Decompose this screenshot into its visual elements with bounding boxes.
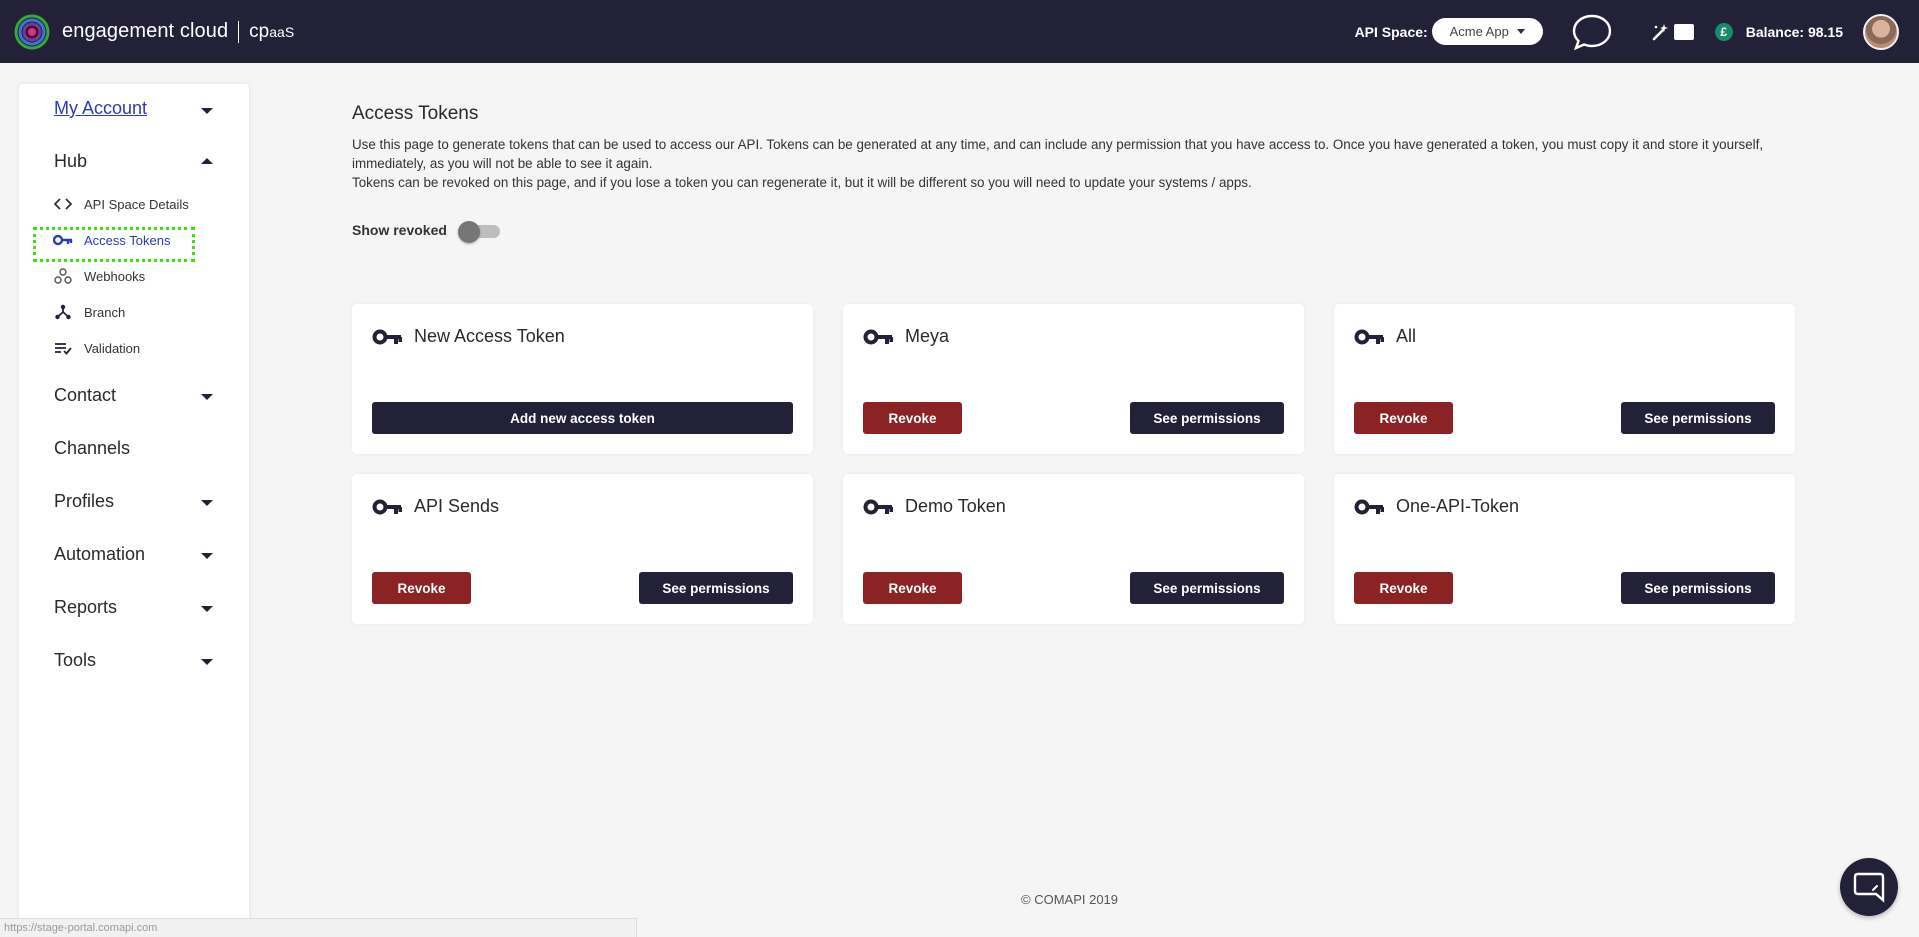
description-line-2: Tokens can be revoked on this page, and … (352, 175, 1252, 190)
key-icon (372, 329, 402, 344)
card-header: One-API-Token (1354, 496, 1519, 517)
nav-automation[interactable]: Automation (54, 544, 145, 565)
see-permissions-button[interactable]: See permissions (1621, 572, 1775, 604)
revoke-button[interactable]: Revoke (1354, 402, 1453, 434)
brand-name: engagement cloud (62, 20, 229, 42)
chat-bubble-icon[interactable] (1571, 13, 1613, 51)
revoke-button[interactable]: Revoke (1354, 572, 1453, 604)
product-name: cpaaS (249, 21, 294, 43)
nav-webhooks[interactable]: Webhooks (53, 268, 145, 284)
product-name-small: aaS (269, 23, 295, 40)
token-name: All (1396, 326, 1417, 346)
new-access-token-card: New Access Token Add new access token (352, 304, 813, 454)
token-name: Demo Token (905, 496, 1006, 516)
key-icon (1354, 499, 1384, 514)
nav-access-tokens[interactable]: Access Tokens (53, 232, 170, 248)
api-space-label: API Space: (1354, 23, 1428, 40)
api-space-value: Acme App (1449, 24, 1509, 39)
avatar[interactable] (1863, 13, 1899, 50)
toggle-knob (458, 221, 480, 243)
token-card: API Sends Revoke See permissions (352, 474, 813, 624)
nav-label: Validation (84, 340, 141, 356)
product-name-main: cp (249, 20, 270, 42)
revoke-button[interactable]: Revoke (372, 572, 471, 604)
see-permissions-button[interactable]: See permissions (1130, 402, 1284, 434)
description-line-1: Use this page to generate tokens that ca… (352, 137, 1764, 171)
card-title: New Access Token (414, 326, 565, 346)
key-icon (863, 499, 893, 514)
chat-icon (1853, 872, 1885, 903)
nav-my-account[interactable]: My Account (54, 98, 147, 119)
token-name: API Sends (414, 496, 500, 516)
see-permissions-button[interactable]: See permissions (1130, 572, 1284, 604)
chevron-down-icon (1516, 29, 1525, 34)
nav-validation[interactable]: Validation (53, 340, 140, 356)
add-new-access-token-button[interactable]: Add new access token (372, 402, 793, 434)
revoke-button[interactable]: Revoke (863, 402, 962, 434)
branch-icon (53, 304, 73, 320)
chevron-down-icon[interactable] (201, 500, 213, 506)
balance-text: Balance: 98.15 (1745, 23, 1843, 40)
token-card: Meya Revoke See permissions (843, 304, 1304, 454)
sidebar: My Account Hub API Space Details Access … (19, 84, 249, 924)
nav-api-space-details[interactable]: API Space Details (53, 196, 189, 212)
top-bar-right: API Space: Acme App £ Balance: 98.15 (1355, 0, 1919, 63)
brand-divider (238, 20, 240, 43)
card-header: All (1354, 326, 1416, 347)
revoke-button[interactable]: Revoke (863, 572, 962, 604)
show-revoked-label: Show revoked (352, 222, 447, 238)
validation-icon (53, 340, 73, 356)
key-icon (863, 329, 893, 344)
nav-label: Webhooks (84, 268, 146, 284)
token-name: Meya (905, 326, 950, 346)
card-icon[interactable] (1673, 22, 1695, 42)
webhook-icon (53, 268, 73, 284)
nav-profiles[interactable]: Profiles (54, 491, 114, 512)
card-header: Demo Token (863, 496, 1006, 517)
pound-icon: £ (1714, 22, 1733, 41)
nav-reports[interactable]: Reports (54, 597, 117, 618)
key-icon (372, 499, 402, 514)
brand[interactable]: engagement cloud cpaaS (14, 14, 294, 50)
api-space-select[interactable]: Acme App (1431, 18, 1543, 45)
card-header: Meya (863, 326, 949, 347)
nav-label: API Space Details (84, 196, 189, 212)
nav-hub[interactable]: Hub (54, 151, 87, 172)
chat-launcher-button[interactable] (1840, 858, 1898, 916)
chevron-down-icon[interactable] (201, 659, 213, 665)
nav-label: Branch (84, 304, 126, 320)
token-card: Demo Token Revoke See permissions (843, 474, 1304, 624)
chevron-down-icon[interactable] (201, 108, 213, 114)
card-header: New Access Token (372, 326, 565, 347)
see-permissions-button[interactable]: See permissions (1621, 402, 1775, 434)
token-card: All Revoke See permissions (1334, 304, 1795, 454)
key-icon (1354, 329, 1384, 344)
nav-branch[interactable]: Branch (53, 304, 125, 320)
token-name: One-API-Token (1396, 496, 1520, 516)
nav-channels[interactable]: Channels (54, 438, 130, 459)
engagement-cloud-logo (14, 14, 50, 49)
chevron-down-icon[interactable] (201, 553, 213, 559)
show-revoked-toggle[interactable] (458, 221, 504, 243)
card-header: API Sends (372, 496, 499, 517)
chevron-down-icon[interactable] (201, 394, 213, 400)
status-bar-url: https://stage-portal.comapi.com (0, 918, 637, 937)
nav-contact[interactable]: Contact (54, 385, 116, 406)
balance: £ Balance: 98.15 (1714, 22, 1843, 41)
page-title: Access Tokens (352, 103, 479, 124)
chevron-down-icon[interactable] (201, 606, 213, 612)
nav-label: Access Tokens (84, 232, 171, 248)
footer-copyright: © COMAPI 2019 (1021, 892, 1119, 907)
nav-tools[interactable]: Tools (54, 650, 96, 671)
key-icon (53, 232, 73, 248)
token-card: One-API-Token Revoke See permissions (1334, 474, 1795, 624)
see-permissions-button[interactable]: See permissions (639, 572, 793, 604)
chevron-up-icon[interactable] (201, 158, 213, 164)
header-tools (1651, 22, 1695, 42)
page-description: Use this page to generate tokens that ca… (352, 135, 1802, 192)
code-icon (53, 196, 73, 212)
magic-wand-icon[interactable] (1651, 22, 1671, 42)
top-bar: engagement cloud cpaaS API Space: Acme A… (0, 0, 1919, 63)
